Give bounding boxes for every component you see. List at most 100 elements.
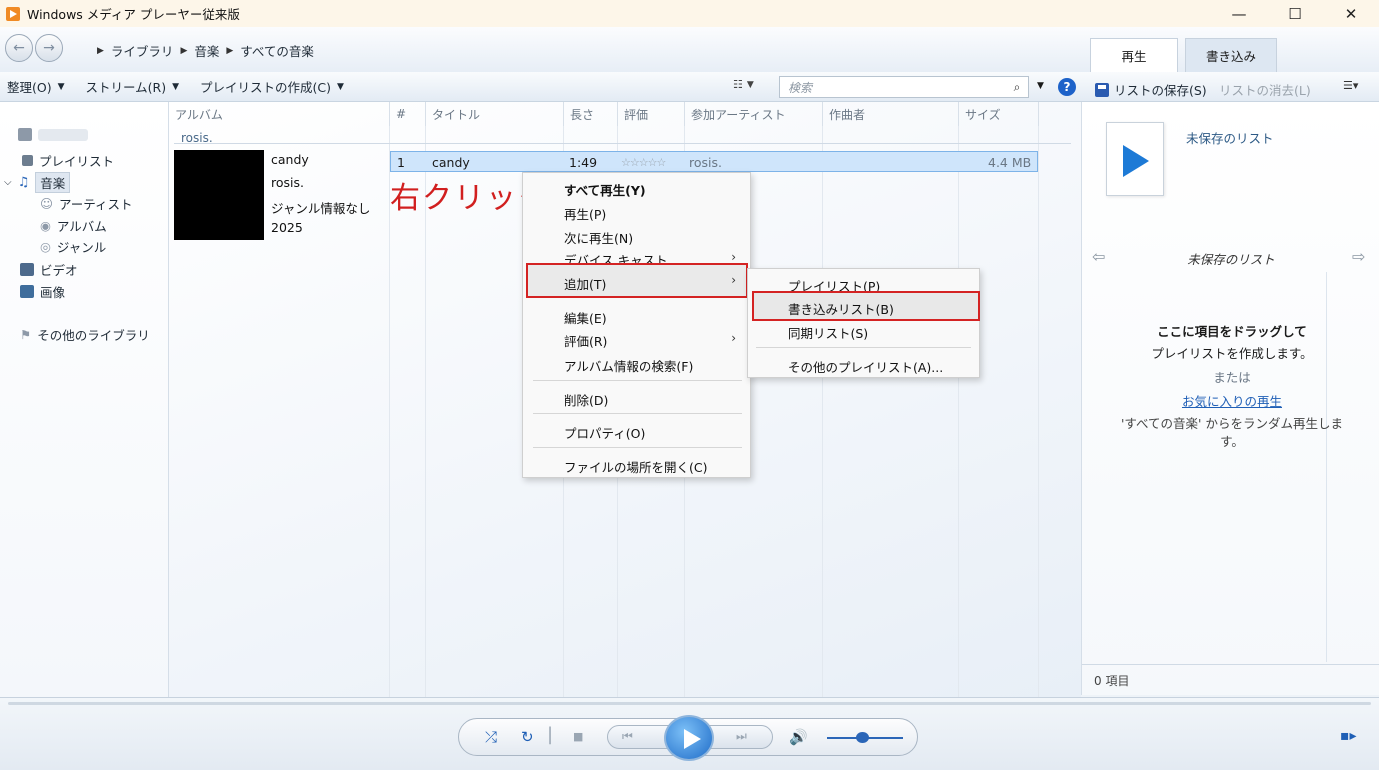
column-header-album[interactable]: アルバム (169, 102, 389, 126)
forward-button[interactable]: → (35, 34, 63, 62)
close-button[interactable]: ✕ (1323, 0, 1379, 27)
volume-icon[interactable]: 🔊 (789, 728, 808, 746)
search-options-caret-icon[interactable]: ▼ (1037, 81, 1044, 91)
sidebar-item-other-libraries[interactable]: ⚑ その他のライブラリ (20, 325, 150, 344)
table-row[interactable]: 1 candy 1:49 ☆☆☆☆☆ rosis. 4.4 MB (390, 151, 1038, 172)
track-rating-stars[interactable]: ☆☆☆☆☆ (621, 156, 666, 169)
menu-item-rate[interactable]: 評価(R) (564, 331, 607, 350)
sidebar-item-picture[interactable]: 画像 (20, 282, 65, 301)
repeat-icon[interactable]: ↻ (521, 728, 534, 746)
caret-down-icon: ▼ (172, 81, 180, 92)
list-pane-footer-divider (1082, 664, 1379, 665)
breadcrumb-library[interactable]: ライブラリ (111, 41, 174, 60)
menu-separator (533, 447, 742, 448)
column-header-composer[interactable]: 作曲者 (822, 102, 958, 126)
sidebar-item-label: その他のライブラリ (37, 328, 150, 343)
navigation-pane: プレイリスト ⌵ ♫ 音楽 ☺ アーティスト ◉ アルバム ◎ ジャンル ビデオ… (0, 102, 169, 697)
column-header-artist[interactable]: 参加アーティスト (684, 102, 822, 126)
menu-item-find-album-info[interactable]: アルバム情報の検索(F) (564, 356, 693, 375)
list-options-icon[interactable]: ☰▾ (1343, 79, 1358, 92)
window-controls: — ☐ ✕ (1211, 0, 1379, 27)
stream-menu[interactable]: ストリーム(R) ▼ (86, 77, 180, 96)
play-button[interactable] (664, 715, 714, 761)
caret-down-icon: ▼ (57, 81, 65, 92)
album-year: 2025 (271, 220, 303, 235)
sidebar-item-music[interactable]: ⌵ ♫ 音楽 (4, 172, 71, 193)
sidebar-item-album[interactable]: ◉ アルバム (40, 216, 107, 235)
album-icon: ◉ (40, 218, 51, 233)
album-artist: rosis. (271, 175, 304, 190)
menu-item-add[interactable]: 追加(T) (564, 274, 606, 293)
menu-item-play-next[interactable]: 次に再生(N) (564, 228, 633, 247)
minimize-button[interactable]: — (1211, 0, 1267, 27)
menu-item-play-all[interactable]: すべて再生(Y) (564, 180, 646, 199)
album-art[interactable] (174, 150, 264, 240)
breadcrumb-all-music[interactable]: すべての音楽 (240, 41, 314, 60)
column-header-length[interactable]: 長さ (563, 102, 617, 126)
unsaved-list-title[interactable]: 未保存のリスト (1186, 128, 1274, 147)
submenu-item-sync-list[interactable]: 同期リスト(S) (788, 323, 868, 342)
clear-list-button[interactable]: リストの消去(L) (1219, 80, 1311, 99)
search-input[interactable]: 検索 (788, 79, 1006, 96)
user-name-redacted (38, 128, 88, 141)
tab-play[interactable]: 再生 (1090, 38, 1178, 72)
play-favorites-link[interactable]: お気に入りの再生 (1112, 391, 1352, 410)
search-icon[interactable]: ⌕ (1006, 80, 1028, 95)
sidebar-item-user[interactable] (18, 128, 88, 141)
column-header-size[interactable]: サイズ (958, 102, 1038, 126)
sidebar-item-genre[interactable]: ◎ ジャンル (40, 237, 106, 256)
column-header-number[interactable]: # (389, 102, 425, 126)
chevron-right-icon: ▶ (97, 45, 104, 56)
column-header-title[interactable]: タイトル (425, 102, 563, 126)
column-header-rating[interactable]: 評価 (617, 102, 684, 126)
arrow-left-icon[interactable]: ⇦ (1092, 247, 1105, 266)
shuffle-icon[interactable]: ⤮ (485, 728, 497, 746)
column-divider (958, 126, 959, 697)
arrow-right-icon[interactable]: ⇨ (1352, 247, 1365, 266)
menu-item-open-location[interactable]: ファイルの場所を開く(C) (564, 457, 707, 476)
menu-separator (533, 413, 742, 414)
submenu-item-burn-list[interactable]: 書き込みリスト(B) (788, 299, 894, 318)
chevron-right-icon: ▶ (226, 45, 234, 56)
submenu-arrow-icon: › (731, 250, 736, 264)
submenu-item-other-playlist[interactable]: その他のプレイリスト(A)... (788, 357, 943, 376)
back-button[interactable]: ← (5, 34, 33, 62)
organize-menu[interactable]: 整理(O) ▼ (7, 77, 65, 96)
column-divider (822, 126, 823, 697)
next-icon[interactable]: ⏭ (736, 729, 747, 744)
sidebar-item-video[interactable]: ビデオ (20, 260, 78, 279)
group-divider (174, 143, 1071, 144)
submenu-arrow-icon: › (731, 273, 736, 287)
previous-icon[interactable]: ⏮ (622, 729, 633, 744)
user-library-icon (18, 128, 32, 141)
create-playlist-label: プレイリストの作成(C) (200, 80, 331, 95)
menu-item-properties[interactable]: プロパティ(O) (564, 423, 645, 442)
column-divider (1038, 126, 1039, 697)
tab-burn[interactable]: 書き込み (1185, 38, 1277, 72)
menu-item-edit[interactable]: 編集(E) (564, 308, 607, 327)
video-icon (20, 263, 34, 276)
menu-separator (533, 380, 742, 381)
view-options-icon: ☷ (733, 78, 743, 91)
seek-bar[interactable] (8, 702, 1371, 705)
sidebar-item-playlist[interactable]: プレイリスト (22, 151, 114, 170)
volume-slider-knob[interactable] (856, 732, 869, 743)
view-options-button[interactable]: ☷ ▼ (733, 78, 754, 91)
or-label: または (1213, 370, 1251, 385)
navigation-bar: ← → ▶ ライブラリ ▶ 音楽 ▶ すべての音楽 (0, 27, 1085, 72)
create-playlist-menu[interactable]: プレイリストの作成(C) ▼ (200, 77, 344, 96)
maximize-button[interactable]: ☐ (1267, 0, 1323, 27)
album-title: candy (271, 152, 309, 167)
help-icon[interactable]: ? (1058, 78, 1076, 96)
switch-to-now-playing-icon[interactable]: ▪▸ (1340, 728, 1357, 744)
stop-icon[interactable]: ■ (573, 730, 583, 743)
picture-icon (20, 285, 34, 298)
drag-hint: ここに項目をドラッグして (1157, 324, 1307, 339)
search-box[interactable]: 検索 ⌕ (779, 76, 1029, 98)
list-pane-tabs: 再生 書き込み (1085, 27, 1379, 72)
sidebar-item-artist[interactable]: ☺ アーティスト (40, 194, 133, 213)
breadcrumb-music[interactable]: 音楽 (194, 41, 219, 60)
menu-item-delete[interactable]: 削除(D) (564, 390, 608, 409)
menu-item-play[interactable]: 再生(P) (564, 204, 606, 223)
save-list-button[interactable]: リストの保存(S) (1095, 80, 1207, 99)
